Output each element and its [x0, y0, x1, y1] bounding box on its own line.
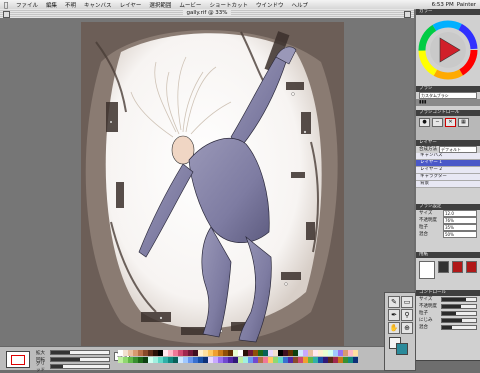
brush-setting-row: 粒子 35%: [416, 224, 480, 231]
document-titlebar[interactable]: gally.rif @ 33%: [0, 9, 414, 19]
clock: 6:53 PM: [431, 1, 454, 8]
control-slider-row: にじみ: [416, 317, 480, 324]
brush-method-icon[interactable]: ✕: [445, 118, 456, 127]
brush-setting-row: サイズ 12.0: [416, 210, 480, 217]
control-slider-row: 粒子: [416, 310, 480, 317]
control-slider[interactable]: [441, 297, 477, 302]
controls-panel: コントロール サイズ 不透明度 粒子 にじみ 混合: [416, 290, 480, 361]
zoom-label: 拡大: [36, 350, 45, 356]
layer-item[interactable]: 背景: [416, 181, 480, 188]
brush-dab-icon[interactable]: ●: [419, 118, 430, 127]
brush-setting-value[interactable]: 50%: [443, 231, 477, 238]
brush-setting-label: 不透明度: [419, 218, 437, 223]
paper-swatch-dark[interactable]: [438, 261, 450, 273]
document-title: gally.rif @ 33%: [183, 10, 231, 16]
zoom-row[interactable]: 拡大: [36, 349, 110, 356]
grid-label: グリッド: [36, 361, 45, 373]
control-slider-label: 混合: [419, 325, 428, 330]
brush-stroke-icon[interactable]: ∼: [432, 118, 443, 127]
menu-help[interactable]: ヘルプ: [287, 1, 312, 9]
eraser-icon[interactable]: ▭: [401, 296, 413, 308]
control-slider-row: 不透明度: [416, 303, 480, 310]
control-slider-row: サイズ: [416, 296, 480, 303]
palette-swatch[interactable]: [353, 357, 358, 363]
zoom-box-icon[interactable]: [404, 11, 411, 18]
document-window: gally.rif @ 33% 拡大 回転 グリッド ✎ ▭ ✒ ⚲ ✋ ⊕: [0, 9, 416, 373]
brush-setting-label: サイズ: [419, 211, 433, 216]
menu-window[interactable]: ウインドウ: [252, 1, 288, 9]
apple-menu-icon[interactable]: : [0, 1, 12, 9]
brush-selector-panel: ブラシ カスタムブラシ ▮▮▮: [416, 86, 480, 111]
menu-file[interactable]: ファイル: [12, 1, 42, 9]
magnifier-icon[interactable]: ⊕: [401, 322, 413, 334]
grid-row[interactable]: グリッド: [36, 361, 110, 373]
pen-icon[interactable]: ✒: [388, 309, 400, 321]
panels-column: カラー ブラシ カスタムブラシ ▮▮▮ ブラシコントロール ● ∼ ✕ ▦ レイ…: [416, 9, 480, 361]
control-slider[interactable]: [441, 318, 477, 323]
menu-select[interactable]: 選択範囲: [145, 1, 175, 9]
composite-select[interactable]: デフォルト: [439, 146, 477, 153]
menu-movie[interactable]: ムービー: [175, 1, 205, 9]
control-slider-row: 混合: [416, 324, 480, 331]
layer-item[interactable]: キャラクター: [416, 174, 480, 181]
brush-setting-value[interactable]: 76%: [443, 217, 477, 224]
brush-setting-label: 粒子: [419, 225, 428, 230]
paper-panel: 用紙: [416, 252, 480, 291]
brush-grain-icon[interactable]: ▦: [458, 118, 469, 127]
app-name[interactable]: Painter: [457, 2, 476, 8]
layer-item[interactable]: キャンバス: [416, 153, 480, 160]
layer-item[interactable]: レイヤー 1: [416, 160, 480, 167]
control-slider[interactable]: [441, 325, 477, 330]
paper-texture-preview[interactable]: [419, 261, 436, 279]
menu-shortcuts[interactable]: ショートカット: [205, 1, 252, 9]
brush-icon[interactable]: ✎: [388, 296, 400, 308]
colors-panel: カラー: [416, 9, 480, 87]
brush-setting-value[interactable]: 12.0: [443, 210, 477, 217]
paper-swatch-red-2[interactable]: [466, 261, 477, 273]
brush-setting-value[interactable]: 35%: [443, 224, 477, 231]
menu-canvas[interactable]: キャンバス: [80, 1, 116, 9]
brush-controls-panel: ブラシコントロール ● ∼ ✕ ▦: [416, 110, 480, 141]
grid-slider-fill[interactable]: [51, 365, 63, 368]
menubar-status: 6:53 PM Painter: [432, 2, 480, 8]
control-slider-label: サイズ: [419, 297, 433, 302]
brush-variant-icon[interactable]: ▮▮▮: [419, 99, 426, 106]
zoom-slider-fill[interactable]: [51, 351, 71, 354]
brush-setting-row: 混合 50%: [416, 231, 480, 238]
dropper-icon[interactable]: ⚲: [401, 309, 413, 321]
toolbox: ✎ ▭ ✒ ⚲ ✋ ⊕: [384, 292, 416, 371]
control-slider[interactable]: [441, 311, 477, 316]
control-slider-label: 不透明度: [419, 304, 437, 309]
menu-align[interactable]: 不明: [61, 1, 80, 9]
layers-panel: レイヤー 合成方法 デフォルト キャンバス レイヤー 1 レイヤー 2 キャラクター背…: [416, 140, 480, 205]
brush-variant-field[interactable]: カスタムブラシ: [419, 92, 477, 99]
brush-settings-panel: ブラシ設定 サイズ 12.0 不透明度 76% 粒子 35% 混合 50%: [416, 204, 480, 253]
artwork-canvas[interactable]: [81, 22, 344, 350]
brush-setting-row: 不透明度 76%: [416, 217, 480, 224]
layer-item[interactable]: レイヤー 2: [416, 167, 480, 174]
color-wheel[interactable]: [416, 15, 480, 85]
color-palette[interactable]: [118, 350, 358, 368]
palette-swatch[interactable]: [353, 350, 358, 356]
layer-list: キャンバス レイヤー 1 レイヤー 2 キャラクター 背景: [416, 153, 480, 188]
control-slider-label: にじみ: [419, 318, 433, 323]
control-slider[interactable]: [441, 304, 477, 309]
composite-label: 合成方法: [419, 147, 437, 152]
navigator-bar: 拡大 回転 グリッド 33%: [0, 346, 414, 373]
menu-edit[interactable]: 編集: [42, 1, 61, 9]
menu-layers[interactable]: レイヤー: [116, 1, 146, 9]
hand-icon[interactable]: ✋: [388, 322, 400, 334]
brush-setting-label: 混合: [419, 232, 428, 237]
control-slider-label: 粒子: [419, 311, 428, 316]
secondary-color-icon[interactable]: [396, 343, 408, 355]
paper-swatch-red[interactable]: [452, 261, 464, 273]
